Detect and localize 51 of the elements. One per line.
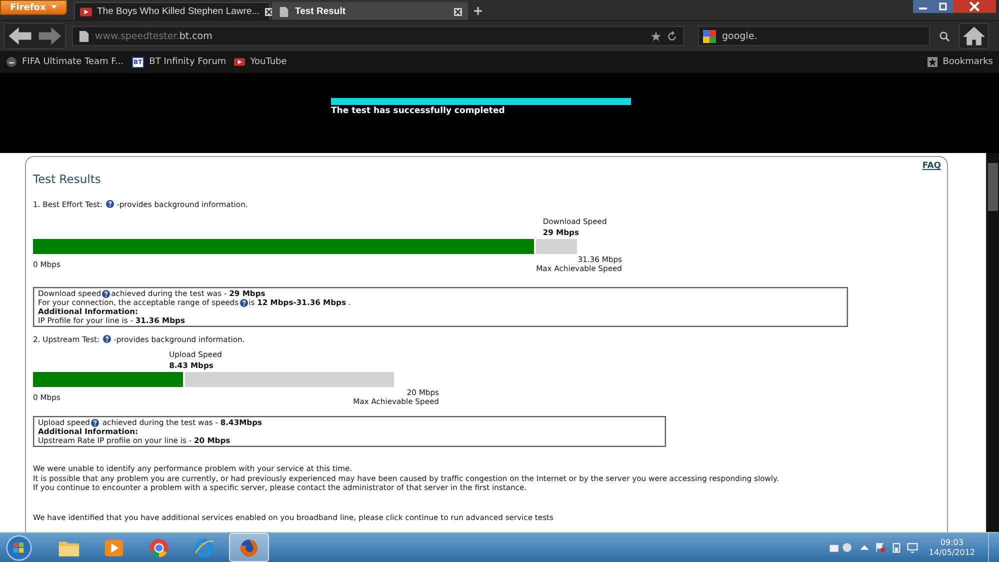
page-title: Test Results	[33, 172, 101, 186]
flag-icon[interactable]	[874, 542, 886, 553]
help-icon[interactable]	[90, 418, 99, 426]
status-message: The test has successfully completed	[331, 106, 506, 116]
play-icon	[80, 6, 92, 16]
help-icon[interactable]	[240, 298, 248, 306]
close-icon[interactable]	[264, 8, 273, 16]
close-icon[interactable]	[454, 8, 462, 16]
firefox-icon	[238, 538, 260, 558]
new-tab-icon[interactable]	[474, 7, 482, 15]
bookmark-link[interactable]: FIFA Ultimate Team F...	[6, 57, 124, 67]
close-icon[interactable]	[953, 0, 996, 13]
help-icon[interactable]	[106, 200, 114, 208]
bookmark-link[interactable]: YouTube	[234, 57, 287, 67]
url-text: www.speedtester.bt.com	[95, 30, 212, 42]
search-text: google.	[722, 30, 758, 42]
star-icon[interactable]	[651, 30, 661, 42]
start-button[interactable]	[4, 534, 34, 562]
scrollbar[interactable]	[986, 153, 999, 532]
taskbar-app[interactable]	[229, 533, 269, 562]
help-icon[interactable]	[102, 335, 111, 343]
home-icon[interactable]	[959, 23, 989, 49]
tab-title: Test Result	[295, 6, 347, 17]
browser-tab[interactable]: Test Result	[272, 2, 468, 20]
search-field[interactable]: google.	[698, 26, 930, 46]
help-icon[interactable]	[102, 290, 110, 298]
page-icon	[79, 30, 89, 42]
reload-icon[interactable]	[667, 30, 677, 42]
monitor-icon[interactable]	[906, 542, 918, 553]
minimize-icon[interactable]	[913, 0, 933, 13]
search-icon[interactable]	[939, 30, 950, 42]
battery-icon[interactable]	[890, 542, 902, 553]
chrome-icon	[148, 538, 170, 558]
clock-time: 09:03	[939, 538, 964, 548]
play-icon	[234, 57, 246, 67]
google-icon	[703, 30, 716, 42]
page-icon	[278, 6, 290, 16]
circle-logo-icon	[6, 57, 17, 67]
faq-link[interactable]: FAQ	[922, 161, 941, 171]
clock-date: 14/05/2012	[928, 548, 975, 558]
browser-tab[interactable]: The Boys Who Killed Stephen Lawre...	[74, 2, 270, 20]
tab-title: The Boys Who Killed Stephen Lawre...	[97, 6, 260, 17]
browser-e-icon	[193, 538, 215, 558]
clock[interactable]: 09:03 14/05/2012	[928, 538, 975, 558]
caret-icon	[50, 5, 57, 10]
bookmarks-menu[interactable]: Bookmarks	[926, 57, 993, 67]
star-icon	[926, 57, 938, 67]
play-icon	[103, 538, 125, 558]
scroll-thumb[interactable]	[988, 163, 998, 211]
restore-icon[interactable]	[933, 0, 953, 13]
address-bar[interactable]: www.speedtester.bt.com	[72, 26, 684, 46]
